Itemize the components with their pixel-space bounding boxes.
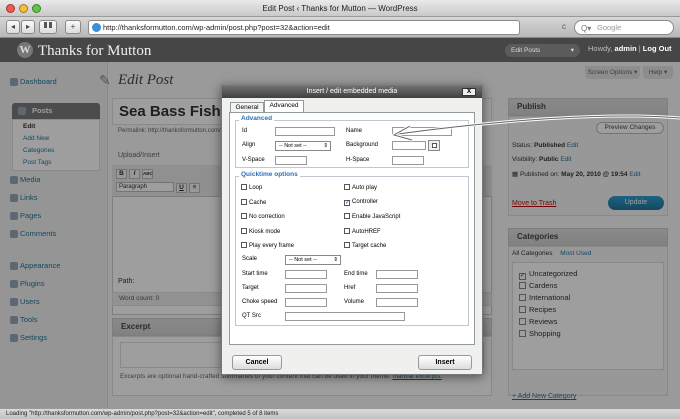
kiosk-mode-checkbox[interactable]: Kiosk mode [241,228,280,235]
no-correction-checkbox[interactable]: No correction [241,213,285,220]
close-window-button[interactable] [6,4,15,13]
hspace-label: H-Space [346,157,370,163]
quicktime-legend: Quicktime options [239,171,300,178]
href-input[interactable] [376,284,418,293]
id-input[interactable] [275,127,335,136]
loop-checkbox[interactable]: Loop [241,184,262,191]
window-titlebar: Edit Post ‹ Thanks for Mutton — WordPres… [0,0,680,17]
checkbox[interactable] [344,242,350,248]
wp-admin-header: W Thanks for Mutton Edit Posts ▾ Howdy, … [0,38,680,62]
username-link[interactable]: admin [615,44,637,53]
volume-label: Volume [344,299,365,305]
align-select-value: -- Not set -- [279,143,307,149]
user-separator: | [638,44,641,53]
wordpress-logo-icon: W [17,42,33,58]
controller-checkbox[interactable]: ✓ Controller [344,199,378,206]
hspace-input[interactable] [392,156,424,165]
forward-button[interactable]: ▸ [21,20,35,34]
back-button[interactable]: ◂ [6,20,20,34]
annotation-arrow [390,114,680,142]
browser-status-bar: Loading "http://thanksformutton.com/wp-a… [0,408,680,419]
checkbox[interactable] [241,184,247,190]
name-label: Name [346,128,363,134]
target-label: Target [242,285,259,291]
checkbox[interactable] [241,228,247,234]
user-info: Howdy, admin | Log Out [588,44,672,53]
vspace-input[interactable] [275,156,307,165]
target-input[interactable] [285,284,327,293]
globe-icon [92,23,101,32]
background-label: Background [346,142,379,148]
start-time-label: Start time [242,271,268,277]
checkbox[interactable] [241,213,247,219]
checkbox[interactable] [344,184,350,190]
search-input[interactable]: Q▾ Google [574,20,674,35]
cache-checkbox[interactable]: Cache [241,199,266,206]
align-select[interactable]: -- Not set -- ⇕ [275,141,331,151]
id-label: Id [242,128,248,134]
align-label: Align [242,142,256,148]
checkbox[interactable] [241,199,247,205]
favorite-actions-dropdown[interactable]: Edit Posts ▾ [505,44,580,57]
reload-icon[interactable]: c [562,22,566,31]
minimize-window-button[interactable] [19,4,28,13]
favorites-label: Edit Posts [511,47,541,54]
scale-label: Scale [242,256,258,262]
checkbox-checked[interactable]: ✓ [344,200,350,206]
window-title: Edit Post ‹ Thanks for Mutton — WordPres… [262,4,418,13]
checkbox[interactable] [344,213,350,219]
advanced-legend: Advanced [239,115,275,122]
enable-javascript-checkbox[interactable]: Enable JavaScript [344,213,400,220]
choke-speed-input[interactable] [285,298,327,307]
add-bookmark-button[interactable]: + [65,20,81,34]
chevron-down-icon: ▾ [570,47,574,54]
scale-select[interactable]: -- Not set -- ⇕ [285,255,341,265]
select-arrows-icon: ⇕ [333,257,338,263]
qt-src-input[interactable] [285,312,405,321]
site-title[interactable]: Thanks for Mutton [38,43,151,60]
href-label: Href [344,285,356,291]
checkbox[interactable] [241,242,247,248]
end-time-input[interactable] [376,270,418,279]
volume-input[interactable] [376,298,418,307]
checkbox[interactable] [344,228,350,234]
browser-toolbar: ◂ ▸ + http://thanksformutton.com/wp-admi… [0,17,680,38]
qt-src-label: QT Src [242,313,261,319]
address-bar[interactable]: http://thanksformutton.com/wp-admin/post… [88,20,520,35]
start-time-input[interactable] [285,270,327,279]
play-every-frame-checkbox[interactable]: Play every frame [241,242,294,249]
end-time-label: End time [344,271,368,277]
cancel-button[interactable]: Cancel [232,355,282,370]
search-placeholder: Google [597,23,622,32]
vspace-label: V-Space [242,157,265,163]
logout-link[interactable]: Log Out [643,44,672,53]
bookmarks-icon[interactable] [39,20,57,34]
select-arrows-icon: ⇕ [323,143,328,149]
choke-speed-label: Choke speed [242,299,278,305]
target-cache-checkbox[interactable]: Target cache [344,242,386,249]
zoom-window-button[interactable] [32,4,41,13]
insert-button[interactable]: Insert [418,355,472,370]
search-icon: Q▾ [581,24,592,33]
url-text: http://thanksformutton.com/wp-admin/post… [103,23,330,32]
scale-select-value: -- Not set -- [289,257,317,263]
autohref-checkbox[interactable]: AutoHREF [344,228,381,235]
autoplay-checkbox[interactable]: Auto play [344,184,377,191]
howdy-text: Howdy, [588,44,613,53]
